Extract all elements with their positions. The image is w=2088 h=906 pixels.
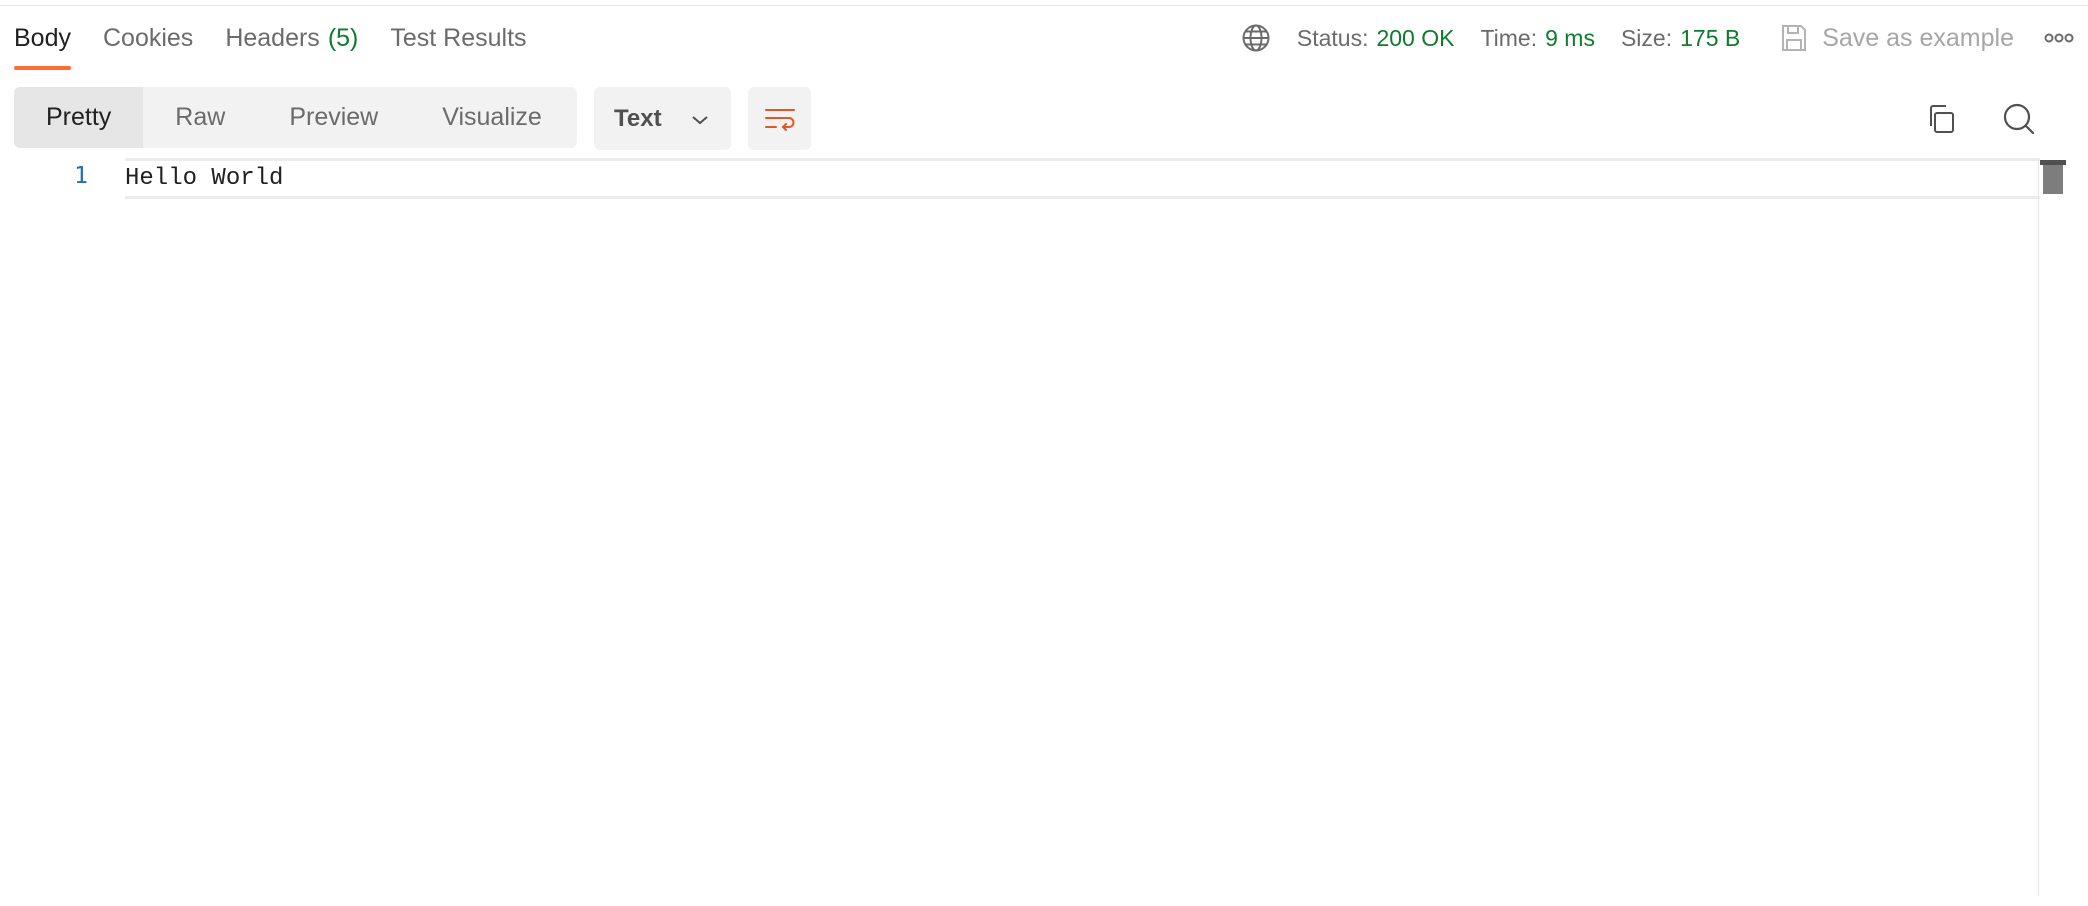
- more-icon[interactable]: [2044, 23, 2074, 53]
- tab-body[interactable]: Body: [14, 18, 71, 72]
- tab-test-results-label: Test Results: [390, 24, 527, 52]
- response-body-editor[interactable]: 1 Hello World: [0, 158, 2040, 896]
- save-icon: [1782, 25, 1807, 51]
- editor-scrollbar-thumb[interactable]: [2040, 160, 2066, 194]
- save-as-example-button[interactable]: Save as example: [1780, 23, 2014, 53]
- view-mode-visualize[interactable]: Visualize: [410, 87, 574, 148]
- size-readout[interactable]: Size: 175 B: [1621, 25, 1740, 52]
- globe-icon[interactable]: [1241, 23, 1271, 53]
- view-mode-pretty[interactable]: Pretty: [14, 87, 144, 148]
- time-value: 9 ms: [1545, 24, 1595, 51]
- line-content[interactable]: Hello World: [125, 158, 2040, 199]
- response-tabs: Body Cookies Headers (5) Test Results: [14, 18, 559, 72]
- tab-cookies-label: Cookies: [102, 24, 194, 52]
- top-divider: [0, 0, 2088, 6]
- search-button[interactable]: [2000, 100, 2038, 138]
- tab-headers-label: Headers: [225, 24, 320, 52]
- tab-body-label: Body: [14, 24, 71, 52]
- view-mode-selector: Pretty Raw Preview Visualize: [14, 87, 577, 148]
- size-label: Size:: [1620, 24, 1673, 51]
- line-number: 1: [74, 163, 88, 189]
- tab-headers[interactable]: Headers (5): [225, 18, 358, 72]
- copy-button[interactable]: [1922, 100, 1960, 138]
- view-mode-preview[interactable]: Preview: [257, 87, 410, 148]
- editor-scrollbar[interactable]: [2038, 158, 2066, 896]
- search-icon: [2003, 103, 2035, 135]
- copy-icon: [1930, 105, 1954, 133]
- wrap-lines-button[interactable]: [748, 87, 811, 150]
- tab-cookies[interactable]: Cookies: [103, 18, 193, 72]
- size-value: 175 B: [1680, 24, 1741, 51]
- response-meta: Status: 200 OK Time: 9 ms Size: 175 B Save …: [1241, 18, 2074, 58]
- editor-line: 1 Hello World: [0, 158, 2040, 199]
- status-readout[interactable]: Status: 200 OK: [1297, 25, 1455, 52]
- wrap-lines-icon: [764, 108, 795, 131]
- save-as-example-label: Save as example: [1822, 23, 2014, 52]
- time-label: Time:: [1480, 24, 1538, 51]
- format-dropdown[interactable]: Text: [594, 87, 731, 150]
- status-value: 200 OK: [1376, 24, 1455, 51]
- time-readout[interactable]: Time: 9 ms: [1480, 25, 1595, 52]
- format-selected-value: Text: [614, 104, 662, 132]
- status-label: Status:: [1296, 24, 1369, 51]
- view-mode-raw[interactable]: Raw: [143, 87, 257, 148]
- chevron-down-icon: [691, 105, 709, 133]
- headers-count-badge: (5): [327, 24, 359, 52]
- tab-test-results[interactable]: Test Results: [390, 18, 526, 72]
